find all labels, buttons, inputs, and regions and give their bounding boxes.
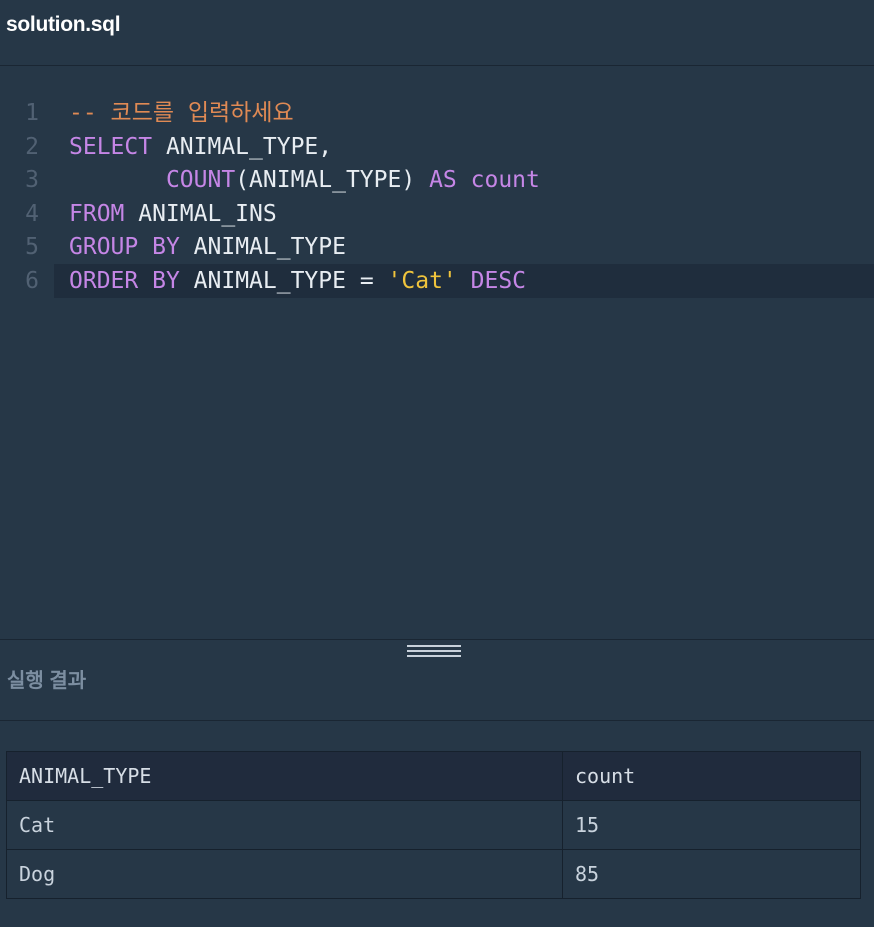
line-number: 3 <box>25 167 39 193</box>
table-cell: Cat <box>6 800 563 850</box>
code-line[interactable]: 3 COUNT(ANIMAL_TYPE) AS count <box>0 163 874 197</box>
code-token: ANIMAL_TYPE <box>179 234 346 260</box>
resize-handle-icon[interactable] <box>407 645 461 659</box>
table-cell: 15 <box>562 800 861 850</box>
table-row: Cat 15 <box>6 800 861 850</box>
code-token: ANIMAL_TYPE = <box>179 267 388 294</box>
code-line[interactable]: 2 SELECT ANIMAL_TYPE, <box>0 130 874 164</box>
line-number: 1 <box>25 100 39 126</box>
code-token: ANIMAL_TYPE, <box>152 133 333 160</box>
line-number: 4 <box>25 200 39 227</box>
code-text: FROM ANIMAL_INS <box>69 197 277 231</box>
code-token: (ANIMAL_TYPE) <box>235 167 430 193</box>
code-text: ORDER BY ANIMAL_TYPE = 'Cat' DESC <box>69 264 526 298</box>
code-token: count <box>470 167 540 193</box>
code-token: DESC <box>470 267 527 294</box>
code-line[interactable]: 5 GROUP BY ANIMAL_TYPE <box>0 230 874 264</box>
code-token: COUNT <box>165 167 236 193</box>
file-header: solution.sql <box>0 0 874 66</box>
code-token: AS <box>429 167 457 193</box>
code-token: GROUP <box>69 234 139 260</box>
line-number: 2 <box>25 133 39 160</box>
file-title: solution.sql <box>6 13 121 36</box>
code-text: -- 코드를 입력하세요 <box>69 96 294 130</box>
table-header-row: ANIMAL_TYPE count <box>6 751 861 801</box>
code-line[interactable]: 4 FROM ANIMAL_INS <box>0 197 874 231</box>
line-number: 5 <box>25 234 39 260</box>
code-line[interactable]: 6 ORDER BY ANIMAL_TYPE = 'Cat' DESC <box>25 263 874 298</box>
panel-splitter <box>0 639 874 640</box>
code-text: GROUP BY ANIMAL_TYPE <box>69 230 346 264</box>
code-token: BY <box>152 234 180 260</box>
table-row: Dog 85 <box>6 849 861 899</box>
column-header: count <box>562 751 861 801</box>
table-cell: Dog <box>6 849 563 899</box>
code-line[interactable]: 1 -- 코드를 입력하세요 <box>0 96 874 130</box>
line-number: 6 <box>25 267 39 294</box>
code-editor[interactable]: 1 -- 코드를 입력하세요 2 SELECT ANIMAL_TYPE, 3 COUNT… <box>0 67 874 639</box>
code-token: SELECT <box>69 133 153 160</box>
code-token: BY <box>152 267 180 294</box>
code-token: 'Cat' <box>387 267 457 294</box>
column-header: ANIMAL_TYPE <box>6 751 563 801</box>
code-text: SELECT ANIMAL_TYPE, <box>69 130 332 164</box>
result-table: ANIMAL_TYPE count Cat 15 Dog 85 <box>6 751 861 899</box>
table-cell: 85 <box>562 849 861 899</box>
code-token: -- 코드를 입력하세요 <box>69 100 294 126</box>
result-title: 실행 결과 <box>7 670 87 692</box>
code-token: FROM <box>69 200 125 227</box>
result-divider <box>0 720 874 721</box>
code-token: ORDER <box>69 267 139 294</box>
code-text: COUNT(ANIMAL_TYPE) AS count <box>69 163 540 197</box>
code-token: ANIMAL_INS <box>124 200 277 227</box>
sql-editor-app: solution.sql 1 -- 코드를 입력하세요 2 SELECT ANIMAL… <box>0 0 874 927</box>
